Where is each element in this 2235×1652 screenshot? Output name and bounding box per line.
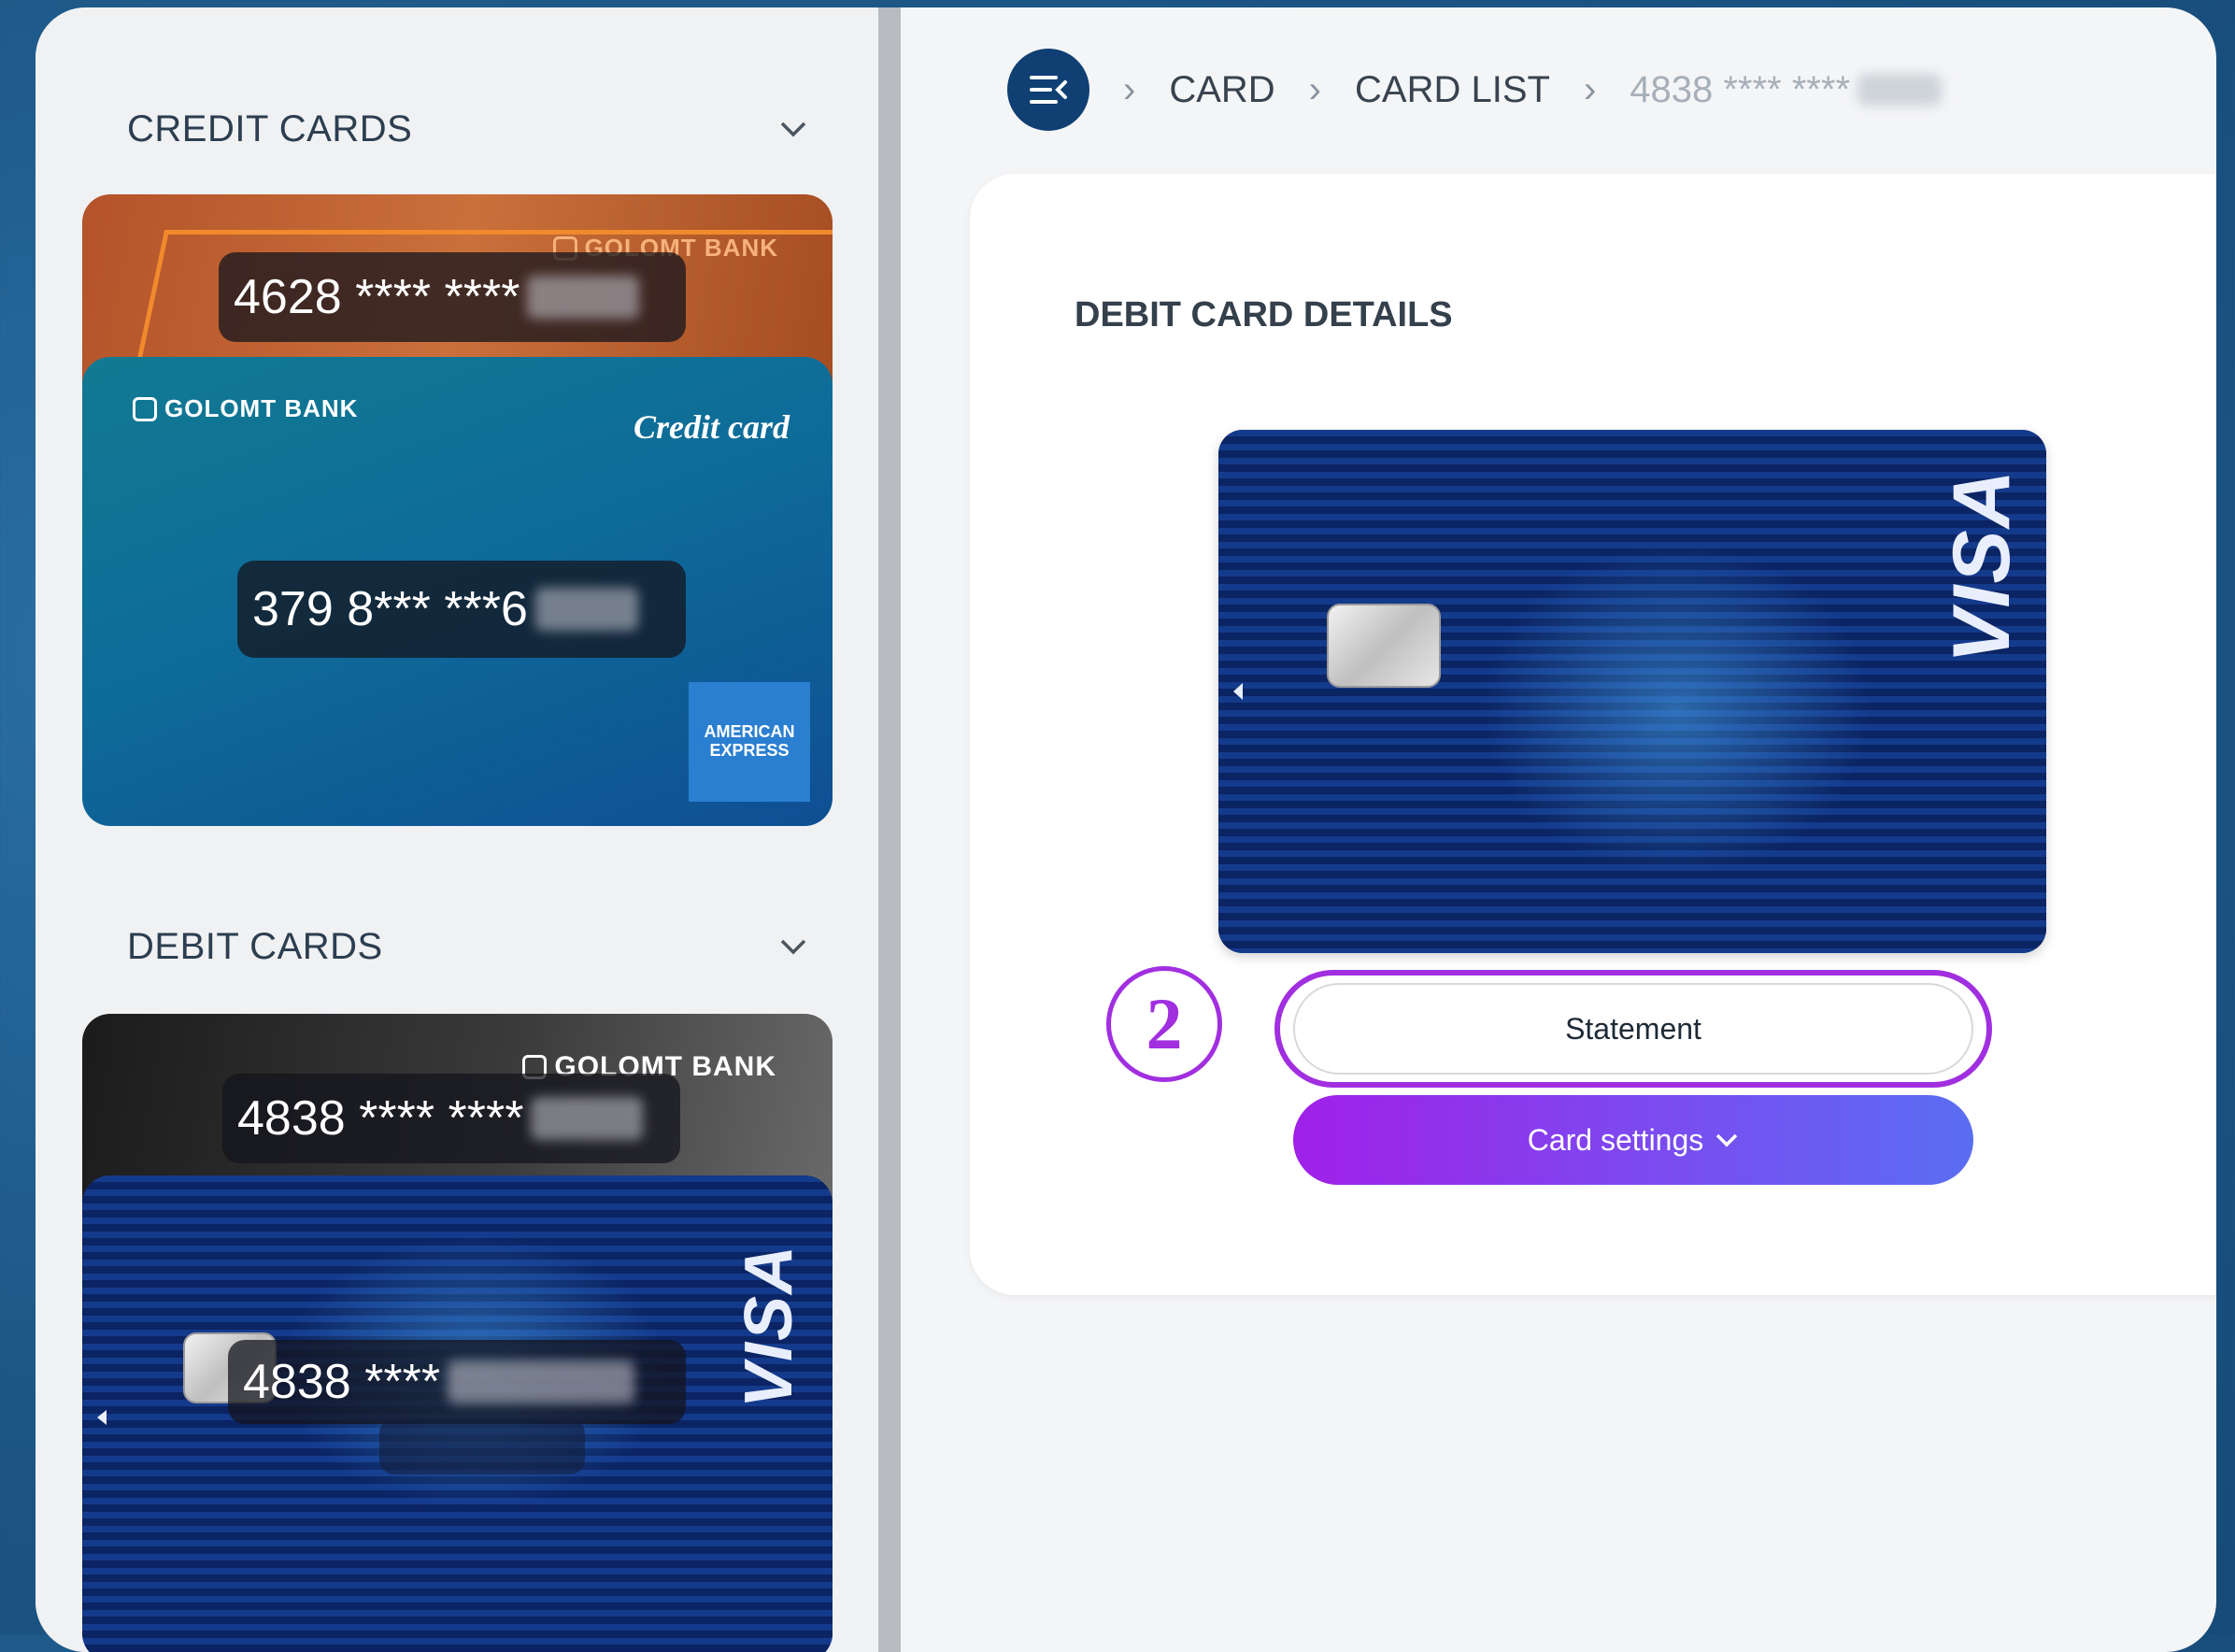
breadcrumb: › CARD › CARD LIST › 4838 **** **** xyxy=(1007,43,1943,136)
page-title: DEBIT CARD DETAILS xyxy=(1075,295,1453,335)
card-glow xyxy=(1480,542,1872,878)
masked-digits xyxy=(1858,74,1943,106)
chevron-right-icon: › xyxy=(1308,68,1321,110)
amex-logo-line2: EXPRESS xyxy=(709,741,790,760)
chevron-right-icon: › xyxy=(1583,68,1597,110)
step-annotation: 2 xyxy=(1106,966,1222,1082)
app-window: CREDIT CARDS GOLOMT BANK 4628 **** **** … xyxy=(36,7,2216,1652)
card-details-panel: DEBIT CARD DETAILS VISA 2 Statement Card… xyxy=(970,174,2216,1295)
breadcrumb-card-list[interactable]: CARD LIST xyxy=(1355,69,1550,111)
credit-cards-title: CREDIT CARDS xyxy=(127,107,413,150)
card-settings-label: Card settings xyxy=(1527,1122,1704,1157)
card-number-text: 4838 **** **** xyxy=(237,1091,524,1146)
menu-toggle-button[interactable] xyxy=(1007,49,1089,131)
sidebar-divider[interactable] xyxy=(878,7,901,1652)
bank-logo: GOLOMT BANK xyxy=(133,394,358,423)
credit-cards-header[interactable]: CREDIT CARDS xyxy=(127,101,809,157)
debit-card-item[interactable]: VISA 4838 **** xyxy=(82,1175,833,1652)
menu-collapse-icon xyxy=(1030,76,1067,104)
selected-card-image: VISA xyxy=(1218,430,2046,953)
card-number: 4838 **** **** xyxy=(222,1074,680,1163)
visa-logo: VISA xyxy=(1937,468,2028,663)
card-number-text: 4628 **** **** xyxy=(234,270,520,324)
card-number: 379 8*** ***6 xyxy=(237,561,686,658)
statement-button-label: Statement xyxy=(1565,1011,1701,1046)
card-number: 4628 **** **** xyxy=(219,252,686,342)
breadcrumb-card[interactable]: CARD xyxy=(1169,69,1274,111)
bank-name: GOLOMT BANK xyxy=(164,394,359,422)
masked-digits xyxy=(531,1097,644,1140)
bank-logo-icon xyxy=(133,396,157,421)
card-sidebar: CREDIT CARDS GOLOMT BANK 4628 **** **** … xyxy=(36,7,878,1652)
card-number-text: 4838 **** xyxy=(243,1355,441,1409)
card-chip-icon xyxy=(1327,604,1441,688)
card-number-text: 379 8*** ***6 xyxy=(252,582,528,636)
chevron-down-icon xyxy=(1716,1133,1738,1147)
caret-left-icon xyxy=(97,1410,107,1425)
amex-logo-line1: AMERICAN xyxy=(704,722,795,742)
masked-digits xyxy=(527,276,640,319)
amex-logo: AMERICAN EXPRESS xyxy=(689,682,810,802)
chevron-down-icon[interactable] xyxy=(777,931,809,962)
statement-button[interactable]: Statement xyxy=(1293,983,1973,1075)
caret-left-icon xyxy=(1233,683,1243,700)
card-number: 4838 **** xyxy=(228,1340,686,1424)
chevron-down-icon[interactable] xyxy=(777,113,809,145)
credit-card-item[interactable]: GOLOMT BANK Credit card 379 8*** ***6 AM… xyxy=(82,357,833,826)
visa-logo: VISA xyxy=(731,1243,806,1409)
debit-cards-title: DEBIT CARDS xyxy=(127,925,383,967)
masked-digits xyxy=(534,588,638,631)
breadcrumb-current: 4838 **** **** xyxy=(1630,68,1943,111)
card-settings-button[interactable]: Card settings xyxy=(1293,1095,1973,1185)
debit-cards-header[interactable]: DEBIT CARDS xyxy=(127,919,809,975)
breadcrumb-current-text: 4838 **** **** xyxy=(1630,68,1851,110)
masked-digits xyxy=(448,1360,635,1403)
chevron-right-icon: › xyxy=(1123,68,1136,110)
masked-account xyxy=(379,1418,585,1474)
card-type-label: Credit card xyxy=(633,408,790,446)
